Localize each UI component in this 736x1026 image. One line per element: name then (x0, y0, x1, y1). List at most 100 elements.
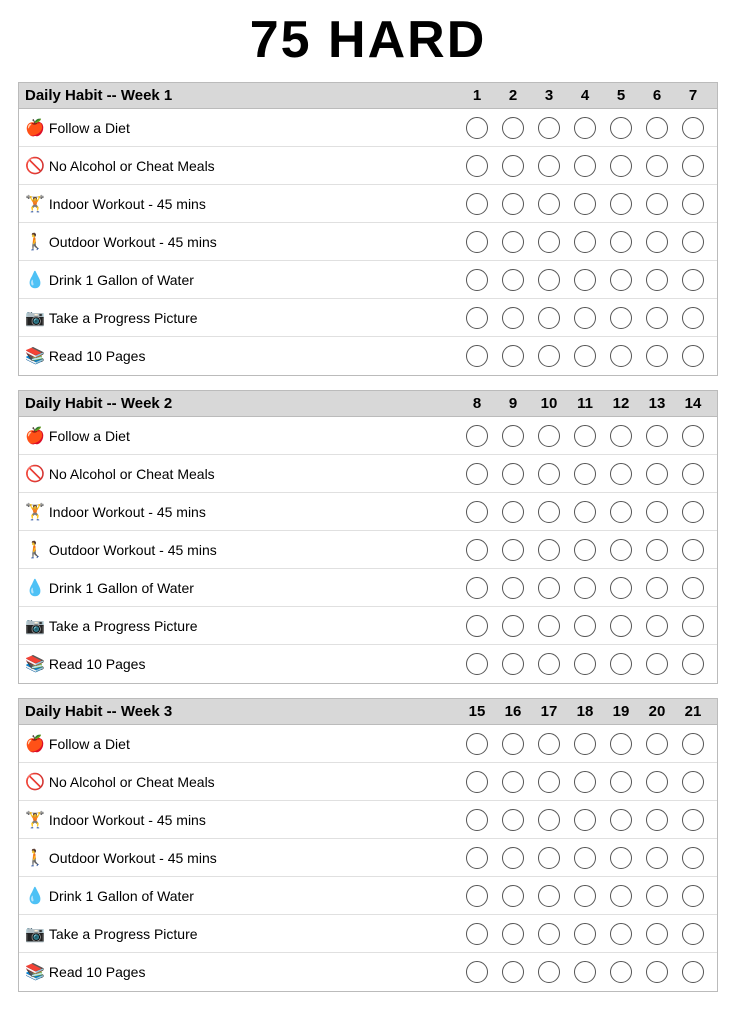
checkbox-circle[interactable] (502, 307, 524, 329)
circle-cell-w1-h5-d4[interactable] (567, 269, 603, 291)
circle-cell-w2-h3-d2[interactable] (495, 501, 531, 523)
circle-cell-w2-h3-d4[interactable] (567, 501, 603, 523)
checkbox-circle[interactable] (610, 501, 632, 523)
checkbox-circle[interactable] (466, 117, 488, 139)
checkbox-circle[interactable] (574, 923, 596, 945)
checkbox-circle[interactable] (610, 463, 632, 485)
checkbox-circle[interactable] (646, 501, 668, 523)
circle-cell-w1-h7-d1[interactable] (459, 345, 495, 367)
checkbox-circle[interactable] (538, 733, 560, 755)
circle-cell-w1-h7-d3[interactable] (531, 345, 567, 367)
circle-cell-w3-h7-d3[interactable] (531, 961, 567, 983)
circle-cell-w1-h4-d6[interactable] (639, 231, 675, 253)
checkbox-circle[interactable] (610, 193, 632, 215)
checkbox-circle[interactable] (574, 733, 596, 755)
circle-cell-w3-h1-d7[interactable] (675, 733, 711, 755)
circle-cell-w3-h1-d5[interactable] (603, 733, 639, 755)
checkbox-circle[interactable] (574, 345, 596, 367)
checkbox-circle[interactable] (610, 345, 632, 367)
checkbox-circle[interactable] (646, 923, 668, 945)
circle-cell-w1-h1-d7[interactable] (675, 117, 711, 139)
checkbox-circle[interactable] (610, 771, 632, 793)
circle-cell-w1-h3-d7[interactable] (675, 193, 711, 215)
checkbox-circle[interactable] (610, 155, 632, 177)
circle-cell-w3-h5-d3[interactable] (531, 885, 567, 907)
checkbox-circle[interactable] (538, 961, 560, 983)
checkbox-circle[interactable] (538, 615, 560, 637)
circle-cell-w2-h7-d7[interactable] (675, 653, 711, 675)
circle-cell-w3-h5-d4[interactable] (567, 885, 603, 907)
circle-cell-w1-h3-d2[interactable] (495, 193, 531, 215)
checkbox-circle[interactable] (538, 771, 560, 793)
checkbox-circle[interactable] (574, 463, 596, 485)
checkbox-circle[interactable] (646, 231, 668, 253)
circle-cell-w2-h2-d7[interactable] (675, 463, 711, 485)
circle-cell-w1-h7-d5[interactable] (603, 345, 639, 367)
circle-cell-w2-h1-d5[interactable] (603, 425, 639, 447)
circle-cell-w3-h5-d1[interactable] (459, 885, 495, 907)
checkbox-circle[interactable] (646, 771, 668, 793)
checkbox-circle[interactable] (502, 577, 524, 599)
circle-cell-w3-h7-d2[interactable] (495, 961, 531, 983)
checkbox-circle[interactable] (574, 193, 596, 215)
circle-cell-w2-h7-d5[interactable] (603, 653, 639, 675)
circle-cell-w2-h2-d2[interactable] (495, 463, 531, 485)
checkbox-circle[interactable] (682, 847, 704, 869)
circle-cell-w1-h1-d1[interactable] (459, 117, 495, 139)
checkbox-circle[interactable] (502, 463, 524, 485)
circle-cell-w1-h3-d6[interactable] (639, 193, 675, 215)
circle-cell-w3-h6-d4[interactable] (567, 923, 603, 945)
circle-cell-w2-h7-d3[interactable] (531, 653, 567, 675)
checkbox-circle[interactable] (574, 501, 596, 523)
checkbox-circle[interactable] (502, 961, 524, 983)
checkbox-circle[interactable] (466, 885, 488, 907)
checkbox-circle[interactable] (502, 269, 524, 291)
circle-cell-w2-h5-d6[interactable] (639, 577, 675, 599)
checkbox-circle[interactable] (502, 923, 524, 945)
checkbox-circle[interactable] (538, 231, 560, 253)
circle-cell-w2-h5-d1[interactable] (459, 577, 495, 599)
checkbox-circle[interactable] (574, 155, 596, 177)
checkbox-circle[interactable] (466, 961, 488, 983)
circle-cell-w2-h3-d6[interactable] (639, 501, 675, 523)
circle-cell-w2-h4-d5[interactable] (603, 539, 639, 561)
checkbox-circle[interactable] (502, 117, 524, 139)
circle-cell-w3-h1-d6[interactable] (639, 733, 675, 755)
circle-cell-w1-h3-d1[interactable] (459, 193, 495, 215)
circle-cell-w3-h6-d6[interactable] (639, 923, 675, 945)
checkbox-circle[interactable] (502, 809, 524, 831)
checkbox-circle[interactable] (682, 463, 704, 485)
circle-cell-w2-h6-d3[interactable] (531, 615, 567, 637)
circle-cell-w2-h1-d1[interactable] (459, 425, 495, 447)
circle-cell-w1-h4-d5[interactable] (603, 231, 639, 253)
checkbox-circle[interactable] (538, 425, 560, 447)
circle-cell-w2-h1-d7[interactable] (675, 425, 711, 447)
checkbox-circle[interactable] (574, 771, 596, 793)
circle-cell-w2-h3-d1[interactable] (459, 501, 495, 523)
checkbox-circle[interactable] (646, 269, 668, 291)
circle-cell-w1-h3-d5[interactable] (603, 193, 639, 215)
checkbox-circle[interactable] (682, 771, 704, 793)
checkbox-circle[interactable] (466, 425, 488, 447)
checkbox-circle[interactable] (538, 539, 560, 561)
checkbox-circle[interactable] (610, 733, 632, 755)
circle-cell-w1-h5-d7[interactable] (675, 269, 711, 291)
circle-cell-w1-h5-d2[interactable] (495, 269, 531, 291)
checkbox-circle[interactable] (538, 847, 560, 869)
checkbox-circle[interactable] (646, 653, 668, 675)
checkbox-circle[interactable] (574, 615, 596, 637)
checkbox-circle[interactable] (466, 923, 488, 945)
circle-cell-w3-h4-d6[interactable] (639, 847, 675, 869)
checkbox-circle[interactable] (538, 307, 560, 329)
checkbox-circle[interactable] (502, 733, 524, 755)
checkbox-circle[interactable] (502, 653, 524, 675)
circle-cell-w3-h3-d2[interactable] (495, 809, 531, 831)
checkbox-circle[interactable] (574, 847, 596, 869)
circle-cell-w1-h1-d6[interactable] (639, 117, 675, 139)
circle-cell-w2-h4-d1[interactable] (459, 539, 495, 561)
checkbox-circle[interactable] (538, 193, 560, 215)
checkbox-circle[interactable] (646, 539, 668, 561)
circle-cell-w2-h4-d3[interactable] (531, 539, 567, 561)
circle-cell-w1-h5-d5[interactable] (603, 269, 639, 291)
circle-cell-w1-h4-d1[interactable] (459, 231, 495, 253)
